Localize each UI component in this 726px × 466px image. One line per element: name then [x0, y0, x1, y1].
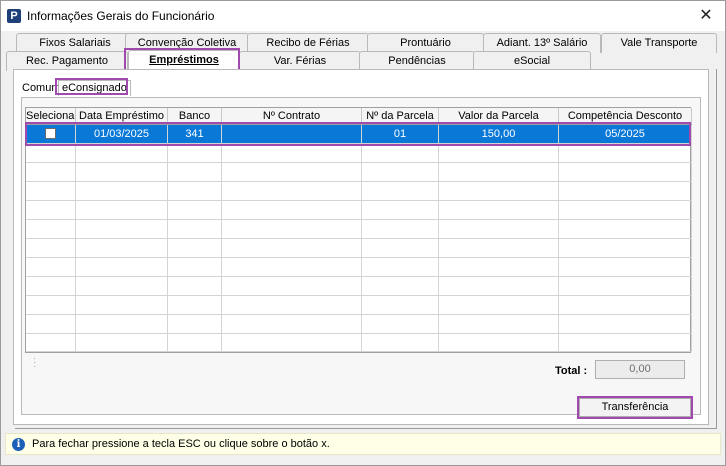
col-banco[interactable]: Banco	[168, 108, 222, 124]
loan-grid: Selecionar Data Empréstimo Banco Nº Cont…	[25, 107, 692, 353]
tab-adiant-13-salario[interactable]: Adiant. 13º Salário	[483, 33, 601, 53]
empty-row	[26, 239, 692, 258]
employee-info-window: P Informações Gerais do Funcionário ✕ Fi…	[0, 0, 726, 466]
select-cell[interactable]	[26, 125, 76, 143]
empty-row	[26, 277, 692, 296]
tab-vale-transporte[interactable]: Vale Transporte	[601, 33, 717, 53]
tab-pendencias[interactable]: Pendências	[359, 51, 475, 71]
info-icon: i	[12, 438, 25, 451]
tab-fixos-salariais[interactable]: Fixos Salariais	[16, 33, 134, 53]
col-valor-parcela[interactable]: Valor da Parcela	[439, 108, 559, 124]
transferencia-button[interactable]: Transferência	[579, 398, 691, 417]
subtab-comum[interactable]: Comum	[19, 81, 64, 97]
empty-row	[26, 182, 692, 201]
col-contrato[interactable]: Nº Contrato	[222, 108, 362, 124]
select-checkbox[interactable]	[45, 127, 56, 139]
grid-header: Selecionar Data Empréstimo Banco Nº Cont…	[26, 108, 692, 125]
tab-var-ferias[interactable]: Var. Férias	[239, 51, 361, 71]
empty-row	[26, 163, 692, 182]
window-title: Informações Gerais do Funcionário	[27, 9, 215, 23]
empty-row	[26, 296, 692, 315]
status-bar: i Para fechar pressione a tecla ESC ou c…	[5, 433, 721, 455]
col-competencia[interactable]: Competência Desconto	[559, 108, 692, 124]
tab-esocial[interactable]: eSocial	[473, 51, 591, 71]
data-emprestimo-cell: 01/03/2025	[76, 125, 168, 143]
total-label: Total :	[555, 365, 588, 377]
col-selecionar[interactable]: Selecionar	[26, 108, 76, 124]
empty-row	[26, 258, 692, 277]
table-row[interactable]: 01/03/2025 341 01 150,00 05/2025	[26, 125, 692, 144]
empty-row	[26, 220, 692, 239]
parcela-cell: 01	[362, 125, 439, 143]
empty-row	[26, 315, 692, 334]
banco-cell: 341	[168, 125, 222, 143]
subtab-econsignado[interactable]: eConsignado	[58, 80, 131, 96]
competencia-cell: 05/2025	[559, 125, 692, 143]
close-button[interactable]: ✕	[695, 6, 717, 26]
status-text: Para fechar pressione a tecla ESC ou cli…	[32, 438, 330, 450]
empty-row	[26, 144, 692, 163]
app-logo-icon: P	[7, 9, 21, 23]
tab-recibo-ferias[interactable]: Recibo de Férias	[247, 33, 369, 53]
col-parcela[interactable]: Nº da Parcela	[362, 108, 439, 124]
total-value-field: 0,00	[595, 360, 685, 379]
contrato-cell	[222, 125, 362, 143]
grid-resize-handle[interactable]: · · ·	[33, 354, 36, 372]
title-bar: P Informações Gerais do Funcionário ✕	[1, 1, 725, 31]
empty-row	[26, 201, 692, 220]
empty-row	[26, 334, 692, 352]
col-data-emprestimo[interactable]: Data Empréstimo	[76, 108, 168, 124]
tab-prontuario[interactable]: Prontuário	[367, 33, 484, 53]
tab-rec-pagamento[interactable]: Rec. Pagamento	[6, 51, 128, 71]
valor-cell: 150,00	[439, 125, 559, 143]
